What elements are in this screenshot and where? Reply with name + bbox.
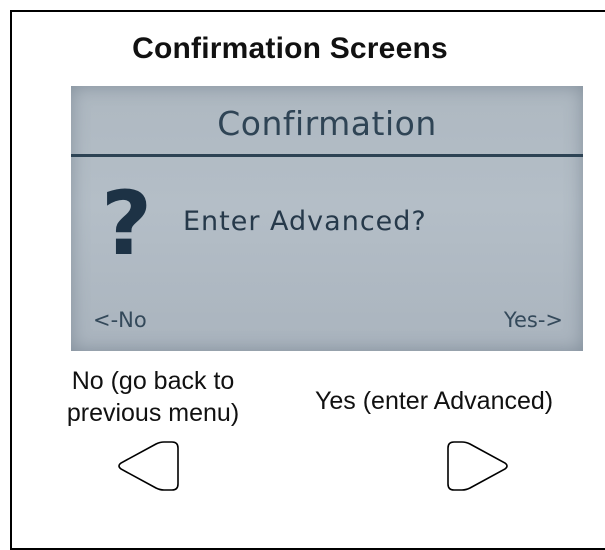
lcd-divider [71,154,583,157]
lcd-yes-hint: Yes-> [503,308,563,332]
no-caption-line1: No (go back to [71,367,235,395]
question-mark-icon: ? [101,172,153,275]
page-title: Confirmation Screens [132,32,448,65]
yes-softkey-button[interactable] [444,438,512,494]
lcd-screen: Confirmation ? Enter Advanced? <-No Yes-… [71,86,583,351]
lcd-title: Confirmation [217,104,437,143]
no-softkey-button[interactable] [114,438,182,494]
left-arrow-key-icon [118,441,179,491]
right-arrow-key-icon [447,441,508,491]
no-caption-line2: previous menu) [66,399,240,427]
yes-caption: Yes (enter Advanced) [315,387,554,415]
lcd-no-hint: <-No [93,308,147,332]
lcd-prompt: Enter Advanced? [183,206,427,237]
no-caption: No (go back to previous menu) [48,365,258,429]
